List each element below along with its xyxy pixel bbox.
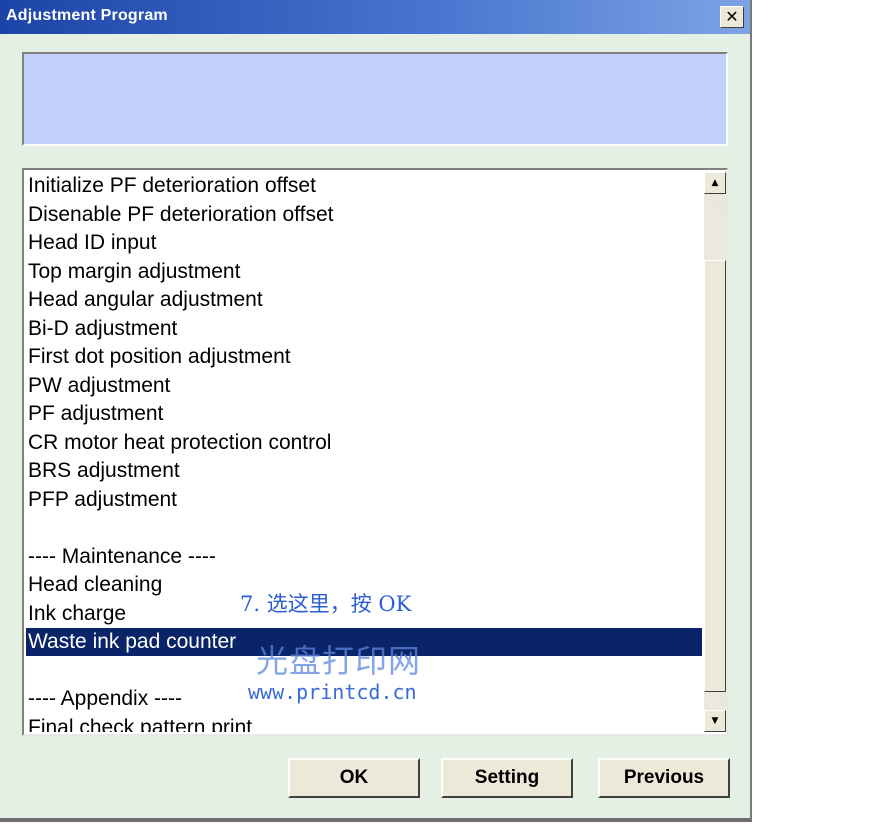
list-item[interactable]: Final check pattern print (26, 714, 702, 733)
list-item[interactable]: Disenable PF deterioration offset (26, 201, 702, 229)
previous-button[interactable]: Previous (598, 758, 730, 798)
list-item[interactable]: Top margin adjustment (26, 258, 702, 286)
list-item[interactable]: BRS adjustment (26, 457, 702, 485)
list-item-spacer (26, 514, 702, 542)
watermark-url: www.printcd.cn (248, 680, 417, 704)
list-item[interactable]: Initialize PF deterioration offset (26, 172, 702, 200)
list-item[interactable]: Head angular adjustment (26, 286, 702, 314)
list-item[interactable]: Head ID input (26, 229, 702, 257)
list-item[interactable]: PFP adjustment (26, 486, 702, 514)
watermark-logo: 光盘打印网 (256, 642, 422, 680)
list-item[interactable]: First dot position adjustment (26, 343, 702, 371)
setting-button[interactable]: Setting (441, 758, 573, 798)
vertical-scrollbar[interactable]: ▲ ▼ (704, 172, 726, 732)
arrow-down-icon: ▼ (711, 716, 719, 726)
title-bar[interactable]: Adjustment Program ✕ (0, 0, 750, 34)
list-item[interactable]: PW adjustment (26, 372, 702, 400)
close-icon: ✕ (725, 7, 739, 26)
list-item[interactable]: Bi-D adjustment (26, 315, 702, 343)
arrow-up-icon: ▲ (711, 178, 719, 188)
list-item[interactable]: ---- Maintenance ---- (26, 543, 702, 571)
scroll-up-button[interactable]: ▲ (704, 172, 726, 194)
scroll-thumb[interactable] (704, 260, 726, 692)
scroll-down-button[interactable]: ▼ (704, 710, 726, 732)
list-item[interactable]: PF adjustment (26, 400, 702, 428)
ok-button[interactable]: OK (288, 758, 420, 798)
message-panel (22, 52, 728, 146)
window-title: Adjustment Program (6, 7, 168, 24)
list-item[interactable]: CR motor heat protection control (26, 429, 702, 457)
close-button[interactable]: ✕ (720, 6, 744, 28)
instruction-annotation: 7. 选这里，按 OK (240, 592, 412, 616)
adjustment-program-window: Adjustment Program ✕ Initialize PF deter… (0, 0, 752, 822)
